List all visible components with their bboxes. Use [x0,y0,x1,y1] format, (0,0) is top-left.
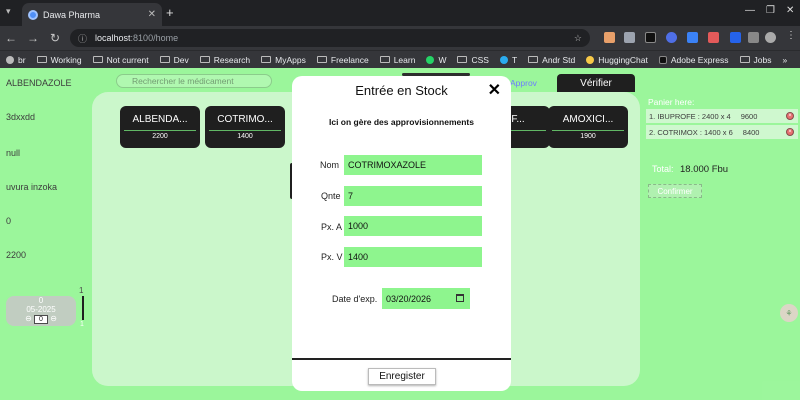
folder-icon [457,56,468,63]
back-icon[interactable]: ← [0,31,22,45]
huggingface-icon [586,55,595,64]
adobe-icon [658,55,667,64]
site-info-icon[interactable]: ⓘ [78,32,87,45]
folder-icon [92,56,103,63]
sell-price-field[interactable]: 1400 [344,247,482,267]
bookmark-folder[interactable]: CSS [457,55,489,65]
close-tab-icon[interactable]: ✕ [148,9,156,20]
extension-icon[interactable] [604,32,615,43]
sell-price-label: Px. V [321,252,343,262]
stock-entry-modal: Entrée en Stock ✕ Ici on gère des approv… [292,76,511,391]
qty-label: Qnte [321,191,341,201]
folder-icon [379,56,390,63]
buy-price-label: Px. A [321,222,343,232]
bookmark-item[interactable]: W [426,55,446,65]
address-bar[interactable]: ⓘ localhost:8100/home ☆ [70,29,590,47]
minimize-icon[interactable]: — [745,5,755,16]
forward-icon[interactable]: → [22,31,44,45]
modal-title: Entrée en Stock [355,83,448,98]
folder-icon [261,56,272,63]
telegram-icon [499,55,508,64]
more-bookmarks-icon[interactable]: » [782,55,787,65]
bookmark-folder[interactable]: Not current [92,55,149,65]
bookmark-folder[interactable]: Andr Std [528,55,575,65]
bookmark-folder[interactable]: Working [36,55,82,65]
close-icon[interactable]: ✕ [488,80,501,100]
globe-icon [6,55,14,64]
restore-icon[interactable]: ❐ [766,5,775,16]
name-field[interactable]: COTRIMOXAZOLE [344,155,482,175]
bookmark-folder[interactable]: Dev [159,55,189,65]
bookmark-item[interactable]: Adobe Express [658,55,729,65]
expiry-date-field[interactable]: 03/20/2026 [382,288,470,309]
bookmarks-bar: br Working Not current Dev Research MyAp… [0,50,800,68]
folder-icon [739,56,750,63]
qty-field[interactable]: 7 [344,186,482,206]
reload-icon[interactable]: ↻ [44,31,66,45]
calendar-icon[interactable] [456,294,464,302]
folder-icon [159,56,170,63]
divider [292,358,511,360]
url-host: localhost [95,33,131,43]
bookmark-folder[interactable]: MyApps [261,55,306,65]
bookmark-item[interactable]: br [6,55,26,65]
extension-icon[interactable] [687,32,698,43]
app-favicon-icon [28,9,38,20]
bookmark-folder[interactable]: Research [199,55,250,65]
modal-subtitle: Ici on gère des approvisionnements [328,117,474,127]
extension-icon[interactable] [624,32,635,43]
bookmark-folder[interactable]: Jobs [739,55,771,65]
tab-search-icon[interactable]: ▾ [6,6,11,17]
buy-price-field[interactable]: 1000 [344,216,482,236]
folder-icon [528,56,539,63]
profile-avatar[interactable] [765,32,776,43]
name-label: Nom [320,160,340,170]
close-window-icon[interactable]: ✕ [786,5,794,16]
extensions-puzzle-icon[interactable] [748,32,759,43]
whatsapp-icon [426,55,435,64]
browser-toolbar: ← → ↻ ⓘ localhost:8100/home ☆ ⋮ [0,26,800,50]
folder-icon [199,56,210,63]
folder-icon [36,56,47,63]
folder-icon [316,56,327,63]
extension-icon[interactable] [645,32,656,43]
tab-title: Dawa Pharma [43,9,101,20]
new-tab-button[interactable]: + [166,5,174,20]
save-button[interactable]: Enregister [368,368,436,385]
bookmark-star-icon[interactable]: ☆ [574,33,582,44]
extension-icon[interactable] [666,32,677,43]
browser-tab[interactable]: Dawa Pharma ✕ [22,3,162,26]
bookmark-folder[interactable]: Learn [379,55,415,65]
bookmark-folder[interactable]: Freelance [316,55,369,65]
bookmark-item[interactable]: HuggingChat [586,55,648,65]
bookmark-item[interactable]: T [499,55,517,65]
extension-icon[interactable] [708,32,719,43]
url-path: :8100/home [130,33,179,43]
expiry-label: Date d'exp. [332,294,378,304]
menu-kebab-icon[interactable]: ⋮ [786,30,797,41]
extension-icon[interactable] [730,32,741,43]
browser-tabbar: ▾ Dawa Pharma ✕ + — ❐ ✕ [0,0,800,26]
